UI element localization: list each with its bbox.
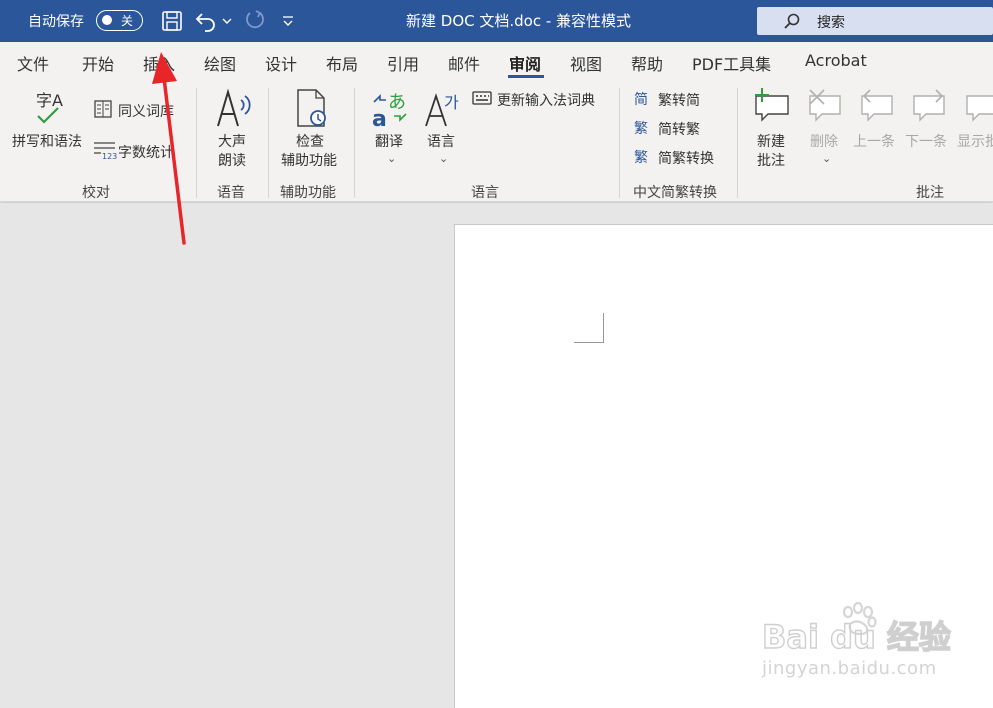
tab-home[interactable]: 开始 — [82, 51, 114, 75]
keyboard-icon — [472, 91, 492, 105]
svg-text:あ: あ — [388, 92, 406, 113]
read-aloud-label-line2: 朗读 — [218, 153, 246, 169]
search-label: 搜索 — [817, 15, 845, 31]
svg-text:字A: 字A — [36, 91, 63, 110]
svg-text:123: 123 — [102, 152, 117, 160]
chinese-conversion-icon: 繁 — [634, 150, 648, 166]
document-title: 新建 DOC 文档.doc - 兼容性模式 — [406, 12, 632, 30]
simplified-to-traditional-label: 简转繁 — [658, 122, 700, 138]
title-bar: 自动保存 关 新建 DOC 文档.doc - 兼容性模式 搜索 — [0, 0, 993, 42]
margin-corner-mark — [574, 313, 604, 343]
tab-review[interactable]: 审阅 — [509, 51, 541, 75]
save-icon[interactable] — [160, 9, 184, 33]
comments-group-label: 批注 — [916, 185, 944, 201]
tab-layout[interactable]: 布局 — [326, 51, 358, 75]
tab-view[interactable]: 视图 — [570, 51, 602, 75]
watermark-url: jingyan.baidu.com — [762, 658, 937, 679]
autosave-state: 关 — [121, 14, 134, 28]
previous-comment-label: 上一条 — [853, 134, 895, 150]
tab-references[interactable]: 引用 — [387, 51, 419, 75]
new-comment-line2: 批注 — [757, 153, 785, 169]
toggle-knob — [102, 15, 112, 25]
language-label: 语言 — [427, 134, 455, 150]
menu-bar: 文件 开始 插入 绘图 设计 布局 引用 邮件 审阅 视图 帮助 PDF工具集 … — [0, 42, 993, 82]
update-ime-dictionary-label: 更新输入法词典 — [497, 93, 595, 109]
read-aloud-label-line1: 大声 — [218, 134, 246, 150]
undo-dropdown-icon[interactable] — [220, 9, 234, 33]
language-group-label: 语言 — [471, 185, 499, 201]
redo-icon[interactable] — [242, 9, 266, 33]
svg-text:Bai du 经验: Bai du 经验 — [762, 618, 951, 656]
traditional-to-simplified-label: 繁转简 — [658, 93, 700, 109]
ribbon: 字A 拼写和语法 同义词库 123 字数统计 校对 大声 朗读 语音 检查 辅助… — [0, 82, 993, 202]
language-dropdown-icon[interactable]: ⌄ — [439, 152, 448, 165]
new-comment-icon — [755, 88, 789, 122]
simp-to-trad-icon: 繁 — [634, 121, 648, 137]
proofing-group-label: 校对 — [82, 185, 110, 201]
delete-comment-icon — [809, 89, 841, 122]
accessibility-group-label: 辅助功能 — [280, 185, 336, 201]
group-separator — [196, 88, 197, 198]
translate-icon: a あ — [372, 92, 407, 128]
tab-pdf-tools[interactable]: PDF工具集 — [692, 51, 771, 75]
word-count-icon: 123 — [94, 142, 117, 160]
read-aloud-icon — [217, 88, 251, 127]
tab-insert[interactable]: 插入 — [143, 51, 175, 75]
show-comments-label: 显示批 — [957, 134, 993, 150]
chinese-conversion-group-label: 中文简繁转换 — [633, 185, 717, 201]
active-tab-indicator — [508, 75, 544, 78]
check-accessibility-line2: 辅助功能 — [281, 153, 337, 169]
book-icon — [94, 100, 112, 118]
word-count-label: 字数统计 — [118, 145, 174, 161]
delete-dropdown-icon[interactable]: ⌄ — [822, 152, 831, 165]
trad-to-simp-icon: 简 — [634, 92, 648, 108]
delete-comment-label: 删除 — [810, 134, 838, 150]
group-separator — [268, 88, 269, 198]
spelling-grammar-label: 拼写和语法 — [12, 134, 82, 150]
language-icon: 가 — [425, 93, 459, 127]
search-icon — [784, 13, 800, 29]
chinese-conversion-label: 简繁转换 — [658, 151, 714, 167]
translate-label: 翻译 — [375, 134, 403, 150]
autosave-toggle[interactable]: 关 — [96, 10, 143, 31]
group-separator — [619, 88, 620, 198]
next-comment-icon — [913, 89, 945, 122]
previous-comment-icon — [861, 89, 893, 122]
tab-draw[interactable]: 绘图 — [204, 51, 236, 75]
new-comment-line1: 新建 — [757, 134, 785, 150]
translate-dropdown-icon[interactable]: ⌄ — [387, 152, 396, 165]
show-comments-icon — [966, 95, 993, 122]
next-comment-label: 下一条 — [905, 134, 947, 150]
thesaurus-label: 同义词库 — [118, 104, 174, 120]
customize-toolbar-icon[interactable] — [280, 9, 296, 33]
group-separator — [737, 88, 738, 198]
accessibility-check-icon — [297, 89, 326, 127]
group-separator — [354, 88, 355, 198]
undo-icon[interactable] — [194, 9, 218, 33]
tab-acrobat[interactable]: Acrobat — [805, 51, 867, 70]
tab-design[interactable]: 设计 — [265, 51, 297, 75]
svg-text:가: 가 — [444, 93, 459, 112]
search-box[interactable]: 搜索 — [757, 7, 993, 35]
autosave-label: 自动保存 — [28, 14, 84, 30]
speech-group-label: 语音 — [217, 185, 245, 201]
check-accessibility-line1: 检查 — [296, 134, 324, 150]
tab-mailings[interactable]: 邮件 — [448, 51, 480, 75]
svg-text:a: a — [372, 107, 387, 128]
tab-file[interactable]: 文件 — [17, 51, 49, 75]
tab-help[interactable]: 帮助 — [631, 51, 663, 75]
spelling-grammar-icon: 字A — [36, 91, 63, 124]
